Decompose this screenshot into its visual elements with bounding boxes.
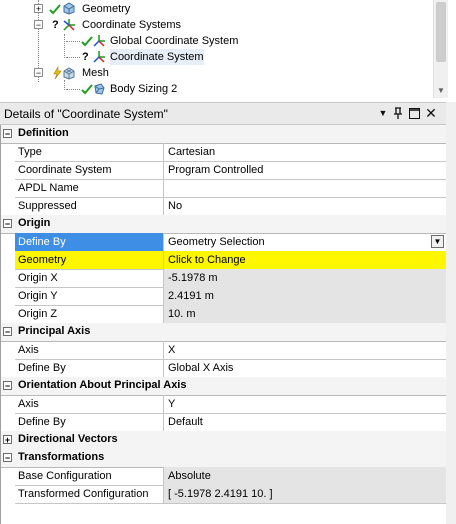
expand-icon[interactable]: + <box>3 435 12 445</box>
collapse-mesh-button[interactable]: − <box>34 68 43 78</box>
group-directional-vectors[interactable]: + Directional Vectors <box>1 431 446 450</box>
define-by-select[interactable]: Geometry Selection <box>164 233 446 251</box>
tree-connector <box>64 34 65 58</box>
tree-connector <box>66 41 80 42</box>
property-row[interactable]: Define By Default <box>15 413 446 432</box>
geometry-icon <box>62 1 76 15</box>
close-icon[interactable]: ✕ <box>424 106 438 120</box>
details-panel-title: Details of "Coordinate System" <box>4 107 168 121</box>
tree-connector <box>66 57 80 58</box>
property-row: Origin X -5.1978 m <box>15 269 446 288</box>
coordinate-systems-icon <box>62 18 76 32</box>
mesh-icon <box>62 66 76 80</box>
tree-scroll-thumb[interactable] <box>436 2 446 62</box>
group-transformations[interactable]: − Transformations <box>1 449 446 468</box>
tree-connector <box>66 89 80 90</box>
property-row-geometry[interactable]: Geometry Click to Change <box>15 251 446 270</box>
scroll-down-arrow-icon[interactable]: ▼ <box>436 86 446 96</box>
property-row[interactable]: Axis X <box>15 341 446 360</box>
collapse-icon[interactable]: − <box>3 219 12 229</box>
group-principal-axis[interactable]: − Principal Axis <box>1 323 446 342</box>
check-icon <box>48 2 62 16</box>
group-orientation-about-principal-axis[interactable]: − Orientation About Principal Axis <box>1 377 446 396</box>
collapse-icon[interactable]: − <box>3 129 12 139</box>
outline-tree: + Geometry − ? Coordinate Systems Global… <box>0 0 456 98</box>
property-row: Base Configuration Absolute <box>15 467 446 486</box>
tree-scrollbar[interactable]: ▼ <box>433 0 448 98</box>
details-scrollbar[interactable] <box>446 102 456 524</box>
tree-connector <box>64 80 65 90</box>
collapse-icon[interactable]: − <box>3 327 12 337</box>
geometry-selection-field[interactable]: Click to Change <box>164 251 446 269</box>
property-row[interactable]: APDL Name <box>15 179 446 198</box>
collapse-coordinate-systems-button[interactable]: − <box>34 20 43 30</box>
axis-icon <box>92 34 106 48</box>
property-row[interactable]: Coordinate System Program Controlled <box>15 161 446 180</box>
group-origin[interactable]: − Origin <box>1 215 446 234</box>
group-definition[interactable]: − Definition <box>1 125 446 144</box>
dropdown-arrow-icon[interactable]: ▼ <box>431 235 444 248</box>
property-row[interactable]: Type Cartesian <box>15 143 446 162</box>
property-row: Origin Z 10. m <box>15 305 446 324</box>
collapse-icon[interactable]: − <box>3 453 12 463</box>
details-grid: − Definition Type Cartesian Coordinate Sys… <box>0 125 447 524</box>
collapse-icon[interactable]: − <box>3 381 12 391</box>
maximize-icon[interactable] <box>407 106 421 120</box>
property-row[interactable]: Axis Y <box>15 395 446 414</box>
pin-icon[interactable] <box>391 106 405 120</box>
details-panel-header: Details of "Coordinate System" ▼ ✕ <box>0 102 446 125</box>
sizing-icon <box>92 82 106 96</box>
property-row[interactable]: Define By Global X Axis <box>15 359 446 378</box>
expand-geometry-button[interactable]: + <box>34 4 43 14</box>
property-row-define-by[interactable]: Define By Geometry Selection ▼ <box>15 233 446 252</box>
property-row[interactable]: Suppressed No <box>15 197 446 216</box>
dropdown-arrow-icon[interactable]: ▼ <box>376 106 390 120</box>
property-row: Origin Y 2.4191 m <box>15 287 446 306</box>
property-row: Transformed Configuration[ -5.1978 2.419… <box>15 485 446 504</box>
axis-icon <box>92 50 106 64</box>
